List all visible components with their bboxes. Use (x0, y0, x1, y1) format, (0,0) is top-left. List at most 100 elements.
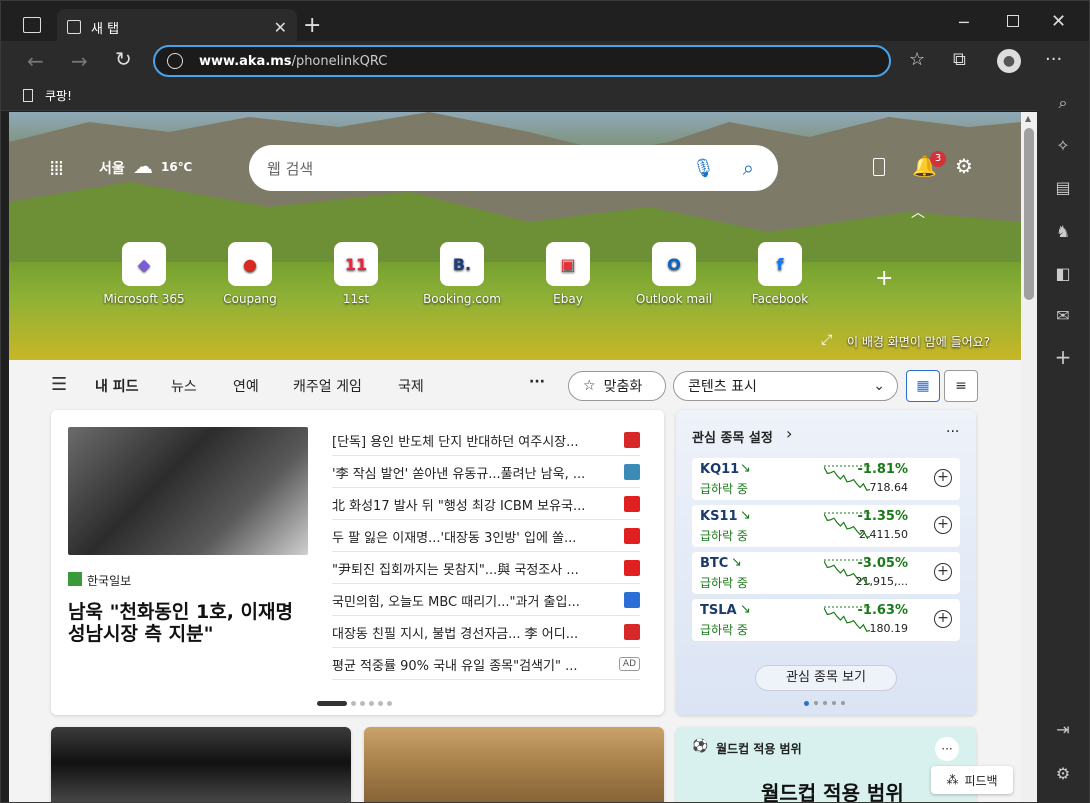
carousel-dot[interactable] (814, 701, 818, 705)
add-stock-icon[interactable]: + (934, 610, 952, 628)
quick-link-booking-com[interactable]: B. Booking.com (417, 242, 507, 306)
carousel-dot[interactable] (351, 701, 356, 706)
web-search-box[interactable]: 웹 검색 🎙 ⌕ (249, 145, 778, 191)
stock-row[interactable]: KQ11 급하락 중 -1.81% 718.64 ↘ + (692, 458, 960, 500)
view-watchlist-button[interactable]: 관심 종목 보기 (755, 665, 897, 691)
tab-new-tab[interactable]: 새 탭 ✕ (57, 9, 297, 45)
quick-link-coupang[interactable]: ● Coupang (205, 242, 295, 306)
quick-link-microsoft-365[interactable]: ◆ Microsoft 365 (99, 242, 189, 306)
page-settings-icon[interactable]: ⚙ (955, 154, 973, 178)
stock-row[interactable]: BTC 급하락 중 -3.05% 21,915,... ↘ + (692, 552, 960, 594)
refresh-icon[interactable]: ↻ (115, 47, 132, 71)
search-icon[interactable]: ⌕ (743, 156, 754, 180)
carousel-dots[interactable] (317, 701, 392, 706)
minimize-icon[interactable]: ─ (959, 13, 969, 32)
close-tab-icon[interactable]: ✕ (274, 18, 287, 37)
watchlist-title[interactable]: 관심 종목 설정 (692, 427, 773, 446)
tab-casual-games[interactable]: 캐주얼 게임 (293, 376, 362, 396)
carousel-dot-active[interactable] (317, 701, 347, 706)
quick-link-ebay[interactable]: ▣ Ebay (523, 242, 613, 306)
new-tab-icon[interactable]: + (303, 13, 321, 38)
quick-link-outlook-mail[interactable]: O Outlook mail (629, 242, 719, 306)
chevron-right-icon[interactable]: › (786, 424, 792, 443)
feed-more-button[interactable]: ··· (529, 374, 545, 390)
scroll-up-arrow-icon[interactable]: ▲ (1025, 114, 1031, 123)
feedback-button[interactable]: ⁂ 피드백 (931, 766, 1013, 794)
headline-item[interactable]: 두 팔 잃은 이재명...'대장동 3인방' 입에 쏠... (332, 521, 640, 552)
carousel-dot-active[interactable] (804, 701, 809, 706)
address-bar[interactable]: www.aka.ms /phonelinkQRC (153, 45, 891, 77)
sidebar-hide-icon[interactable]: ⇥ (1051, 717, 1075, 741)
headline-item[interactable]: '李 작심 발언' 쏟아낸 유동규...풀려난 남욱, ... (332, 457, 640, 488)
headline-item[interactable]: [단독] 용인 반도체 단지 반대하던 여주시장... (332, 425, 640, 456)
add-stock-icon[interactable]: + (934, 563, 952, 581)
headline-item[interactable]: 北 화성17 발사 뒤 "행성 최강 ICBM 보유국... (332, 489, 640, 520)
sidebar-outlook-icon[interactable]: ✉ (1051, 303, 1075, 327)
stock-row[interactable]: KS11 급하락 중 -1.35% 2,411.50 ↘ + (692, 505, 960, 547)
add-stock-icon[interactable]: + (934, 469, 952, 487)
content-display-dropdown[interactable]: 콘텐츠 표시 ⌄ (673, 371, 898, 401)
worldcup-more-icon[interactable]: ··· (935, 737, 959, 761)
tab-actions-icon[interactable] (23, 17, 41, 33)
carousel-dot[interactable] (378, 701, 383, 706)
carousel-dot[interactable] (387, 701, 392, 706)
tab-my-feed[interactable]: 내 피드 (95, 376, 139, 396)
sidebar-tools-icon[interactable]: ▤ (1051, 175, 1075, 199)
sidebar-games-icon[interactable]: ♞ (1051, 219, 1075, 243)
quick-link-label: Outlook mail (635, 292, 713, 306)
worldcup-title[interactable]: 월드컵 적용 범위 (716, 740, 802, 757)
headline-item[interactable]: 대장동 친필 지시, 불법 경선자금... 李 어디... (332, 617, 640, 648)
carousel-dot[interactable] (823, 701, 827, 705)
sidebar-search-icon[interactable]: ⌕ (1051, 91, 1075, 115)
sidebar-settings-icon[interactable]: ⚙ (1051, 761, 1075, 785)
stock-row[interactable]: TSLA 급하락 중 -1.63% 180.19 ↘ + (692, 599, 960, 641)
list-view-icon[interactable]: ≡ (944, 370, 978, 402)
background-feedback-prompt[interactable]: 이 배경 화면이 맘에 들어요? (847, 333, 990, 350)
quick-link-facebook[interactable]: f Facebook (735, 242, 825, 306)
forward-icon[interactable]: → (71, 49, 88, 73)
scrollbar-thumb[interactable] (1024, 128, 1034, 300)
new-tab-page: ⁞⁞⁞ 서울 ☁ 16℃ 웹 검색 🎙 ⌕ 🔔 3 ⚙ ︿ ◆ Microsoft… (9, 112, 1021, 802)
weather-city[interactable]: 서울 (99, 158, 125, 178)
main-story-headline[interactable]: 남욱 "천화동인 1호, 이재명 성남시장 측 지분" (68, 601, 314, 645)
hamburger-menu-icon[interactable]: ☰ (51, 374, 67, 395)
personalize-button[interactable]: ☆ 맞춤화 (568, 371, 666, 401)
grid-view-icon[interactable]: ▦ (906, 370, 940, 402)
favorites-star-icon[interactable]: ☆ (909, 49, 925, 70)
news-card-car-image[interactable] (51, 727, 351, 802)
headline-item[interactable]: "尹퇴진 집회까지는 못참지"...與 국정조사 ... (332, 553, 640, 584)
news-card-portrait-image[interactable] (364, 727, 664, 802)
microphone-icon[interactable]: 🎙 (692, 158, 715, 179)
headline-item[interactable]: 국민의힘, 오늘도 MBC 때리기..."과거 출입... (332, 585, 640, 616)
settings-more-icon[interactable]: ··· (1045, 49, 1062, 70)
sidebar-add-icon[interactable]: + (1051, 345, 1075, 369)
tab-news[interactable]: 뉴스 (171, 376, 197, 396)
sidebar-office-icon[interactable]: ◧ (1051, 261, 1075, 285)
close-window-icon[interactable]: ✕ (1051, 11, 1066, 32)
watchlist-more-button[interactable]: ··· (946, 424, 959, 440)
tab-entertainment[interactable]: 연예 (233, 376, 259, 396)
quick-link-11st[interactable]: 11 11st (311, 242, 401, 306)
carousel-dot[interactable] (360, 701, 365, 706)
favorite-coupang[interactable]: 쿠팡! (45, 87, 72, 104)
stock-status: 급하락 중 (700, 576, 748, 590)
maximize-icon[interactable] (1007, 15, 1019, 27)
add-stock-icon[interactable]: + (934, 516, 952, 534)
carousel-dot[interactable] (369, 701, 374, 706)
sidebar-discover-icon[interactable]: ✧ (1051, 133, 1075, 157)
headline-item[interactable]: 평균 적중률 90% 국내 유일 종목"검색기" ... AD (332, 649, 640, 680)
expand-arrows-icon[interactable]: ⤢ (821, 332, 832, 348)
vertical-scrollbar[interactable]: ▲ (1021, 112, 1037, 802)
collections-icon[interactable]: ⧉ (953, 49, 966, 70)
tab-international[interactable]: 국제 (398, 376, 424, 396)
profile-avatar-icon[interactable]: ● (997, 49, 1021, 73)
apps-grid-icon[interactable]: ⁞⁞⁞ (49, 156, 64, 180)
phone-icon[interactable] (873, 158, 885, 176)
back-icon[interactable]: ← (27, 49, 44, 73)
main-story-image[interactable] (68, 427, 308, 555)
watchlist-dots[interactable] (804, 701, 845, 706)
carousel-dot[interactable] (841, 701, 845, 705)
carousel-dot[interactable] (832, 701, 836, 705)
add-shortcut-icon[interactable]: + (875, 266, 893, 291)
collapse-chevron-icon[interactable]: ︿ (911, 202, 925, 222)
